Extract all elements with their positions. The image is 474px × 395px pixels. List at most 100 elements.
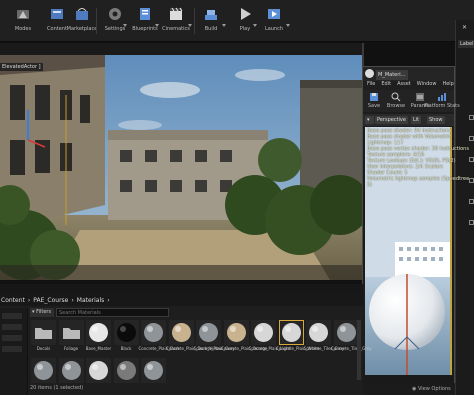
details-checkbox[interactable] [469,115,474,120]
folder-icon [58,320,84,345]
toolbar-blueprints-button[interactable]: Blueprints [128,6,162,40]
toolbar-marketplace-label: Marketplace [66,26,98,32]
asset-tile[interactable]: Concrete_Plain_White [276,320,319,351]
material-editor-titlebar[interactable]: M_Materi... [363,67,454,81]
asset-tile[interactable] [58,358,85,384]
toolbar-settings-button[interactable]: Settings [98,6,132,40]
asset-name: Base_Master [85,346,112,351]
modes-icon [17,10,29,19]
cinematics-icon [170,7,183,20]
sources-row[interactable] [2,335,22,341]
menu-help[interactable]: Help [442,81,453,90]
unreal-logo-icon [365,69,374,78]
asset-grid-scrollbar[interactable] [357,320,361,380]
chevron-right-icon: › [71,296,74,304]
toolbar-cinematics-label: Cinematics [162,26,190,32]
asset-tile[interactable]: Concrete_Plain_Light [249,320,290,351]
content-icon [51,9,63,19]
asset-tile[interactable]: Base_Master [85,320,112,351]
sources-row[interactable] [2,324,22,330]
breadcrumb-item-course[interactable]: PAE_Course [33,297,68,304]
asset-name: Decals [36,346,51,351]
viewport-options-button[interactable]: ▾ [365,116,374,124]
save-button[interactable]: Save [363,92,385,109]
asset-tile[interactable] [140,358,167,384]
viewport-scene [0,55,363,280]
material-editor-window: M_Materi... File Edit Asset Window Help … [362,66,460,383]
asset-tile[interactable]: Concrete_Tiles_Grey [304,320,344,351]
chevron-right-icon: › [27,296,31,304]
material-thumbnail [141,358,166,383]
menu-edit[interactable]: Edit [381,81,391,90]
asset-tile[interactable]: Decals [30,320,57,351]
filters-button[interactable]: ▾ Filters [30,308,54,317]
material-thumbnail [58,358,84,383]
show-button[interactable]: Show [427,116,445,124]
material-thumbnail [141,320,166,345]
chevron-down-icon[interactable] [188,24,192,27]
preview-viewport-toolbar: ▾ Perspective Lit Show [363,114,454,126]
viewport-tab-bar [0,43,363,55]
chevron-down-icon[interactable] [123,24,127,27]
details-checkbox[interactable] [469,220,474,225]
breadcrumb-item-content[interactable]: Content [1,297,25,304]
details-label: Label [458,40,474,48]
asset-tile[interactable]: Concrete_Plain_Dark_Yellow [166,320,221,351]
browse-button[interactable]: Browse [385,92,407,109]
params-icon [416,93,424,101]
folder-icon [31,320,56,345]
lit-button[interactable]: Lit [411,116,422,124]
search-input[interactable]: Search Materials [56,308,169,317]
asset-tile[interactable]: Concrete_Tiles_Grey [331,320,372,351]
viewport-actor-label: ElevatedActor ] [0,63,43,71]
toolbar-launch-button[interactable]: Launch [257,6,291,40]
browse-label: Browse [386,103,406,109]
sources-row[interactable] [2,313,22,319]
asset-tile[interactable] [85,358,112,384]
toolbar-build-button[interactable]: Build [194,6,228,40]
asset-tile[interactable]: Concrete_Plain_Dark [138,320,180,351]
platform-stats-button[interactable]: Platform Stats [424,92,460,109]
asset-tile[interactable]: Concrete_Plain_Orange [221,320,267,351]
details-checkbox[interactable] [469,199,474,204]
asset-name: Concrete_Plain_Grey [193,346,235,351]
filters-label: Filters [36,309,52,315]
view-options-button[interactable]: ◉ View Options [412,386,451,392]
chevron-down-icon[interactable] [286,24,290,27]
asset-name: Concrete_Plain_Dark [138,346,180,351]
close-icon[interactable]: ✕ [462,24,467,31]
toolbar-modes-label: Modes [14,26,32,32]
sources-row[interactable] [2,346,22,352]
toolbar-cinematics-button[interactable]: Cinematics [159,6,193,40]
material-thumbnail [251,320,276,345]
build-icon [205,10,217,20]
toolbar-modes-button[interactable]: Modes [6,6,40,40]
menu-window[interactable]: Window [417,81,437,90]
material-thumbnail [306,320,331,345]
material-editor-menubar: File Edit Asset Window Help [363,81,454,90]
toolbar-marketplace-button[interactable]: Marketplace [65,6,99,40]
level-viewport[interactable] [0,55,363,280]
asset-tile[interactable]: Foliage [58,320,85,351]
browse-icon [391,92,401,102]
perspective-button[interactable]: Perspective [375,116,408,124]
content-browser-filter-bar: ▾ Filters Search Materials [30,308,363,318]
platform-stats-label: Platform Stats [424,103,460,109]
view-options-label: View Options [417,386,451,392]
breadcrumb-item-materials[interactable]: Materials [77,297,105,304]
menu-file[interactable]: File [367,81,375,90]
chevron-down-icon[interactable] [222,24,226,27]
asset-tile[interactable]: Concrete_Plain_Grey [193,320,235,351]
save-label: Save [367,103,381,109]
asset-tile[interactable] [113,358,140,384]
material-editor-tab[interactable]: M_Materi... [376,70,408,80]
asset-tile[interactable] [30,358,57,384]
material-thumbnail [168,320,194,345]
marketplace-icon [76,8,88,20]
main-toolbar: Modes Content Marketplace Settings Bluep… [0,0,474,42]
material-thumbnail [223,320,249,345]
stat-line: Base pass shader with Volumetric Lightma… [367,134,452,146]
material-thumbnail [113,358,139,383]
asset-tile[interactable]: Black [113,320,140,351]
menu-asset[interactable]: Asset [397,81,411,90]
